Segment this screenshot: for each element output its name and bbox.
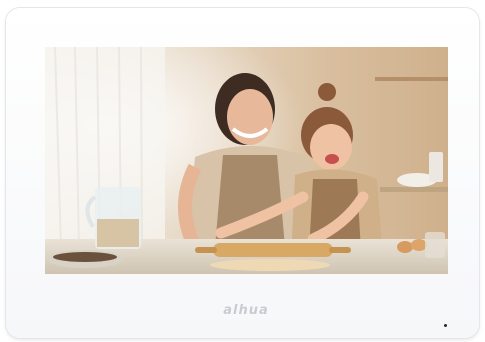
brand-logo: alhua bbox=[216, 302, 276, 318]
dahua-logo-text: alhua bbox=[223, 302, 269, 318]
light-sensor-icon bbox=[444, 324, 447, 327]
screen-wallpaper-photo bbox=[45, 47, 448, 274]
display-screen[interactable] bbox=[45, 47, 448, 274]
